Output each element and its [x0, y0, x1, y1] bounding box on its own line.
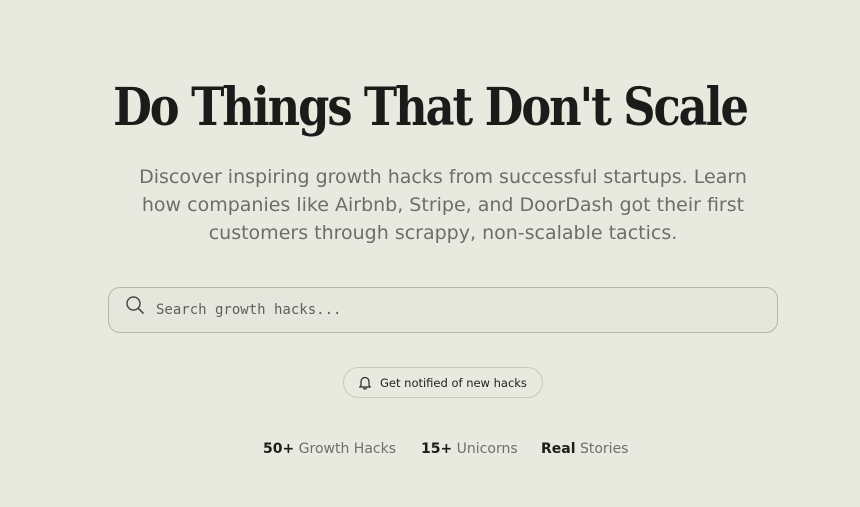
stat-value: 15+ [421, 441, 453, 457]
stat-value: 50+ [263, 441, 295, 457]
bell-icon [358, 375, 372, 390]
stat-unicorns: 15+ Unicorns [421, 440, 518, 458]
stats-bar: 50+ Growth Hacks 15+ Unicorns Real Stori… [0, 440, 860, 460]
stat-value: Real [541, 441, 576, 457]
stat-label: Growth Hacks [298, 441, 397, 457]
search-input[interactable] [156, 288, 756, 332]
search-icon [124, 294, 146, 316]
stat-label: Stories [579, 441, 629, 457]
stat-real-stories: Real Stories [541, 440, 628, 458]
stat-growth-hacks: 50+ Growth Hacks [263, 440, 396, 458]
page-title: Do Things That Don't Scale [113, 77, 749, 138]
hero-subtitle: Discover inspiring growth hacks from suc… [139, 166, 747, 244]
stat-label: Unicorns [456, 441, 518, 457]
search-box[interactable] [108, 287, 778, 333]
notify-button[interactable]: Get notified of new hacks [343, 367, 543, 398]
notify-button-label: Get notified of new hacks [380, 375, 527, 390]
